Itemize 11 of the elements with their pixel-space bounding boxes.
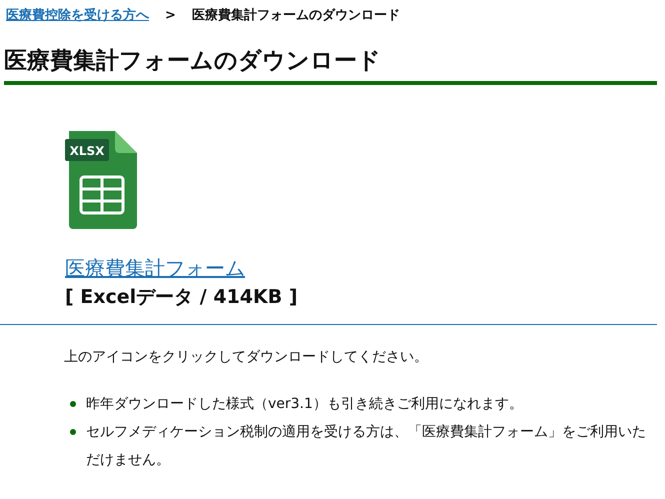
breadcrumb-separator: > [165, 7, 176, 25]
note-text: セルフメディケーション税制の適用を受ける方は、「医療費集計フォーム」をご利用いただけません。 [86, 422, 647, 470]
download-link[interactable]: 医療費集計フォーム [65, 256, 245, 280]
bullet-icon [70, 400, 76, 407]
breadcrumb-link[interactable]: 医療費控除を受ける方へ [6, 6, 149, 26]
file-info: [ Excelデータ / 414KB ] [65, 285, 299, 310]
note-text: 昨年ダウンロードした様式（ver3.1）も引き続きご利用になれます。 [86, 394, 523, 414]
instruction-text: 上のアイコンをクリックしてダウンロードしてください。 [64, 348, 429, 367]
page-title: 医療費集計フォームのダウンロード [4, 48, 657, 86]
breadcrumb-current: 医療費集計フォームのダウンロード [192, 6, 400, 25]
bullet-icon [70, 428, 76, 435]
